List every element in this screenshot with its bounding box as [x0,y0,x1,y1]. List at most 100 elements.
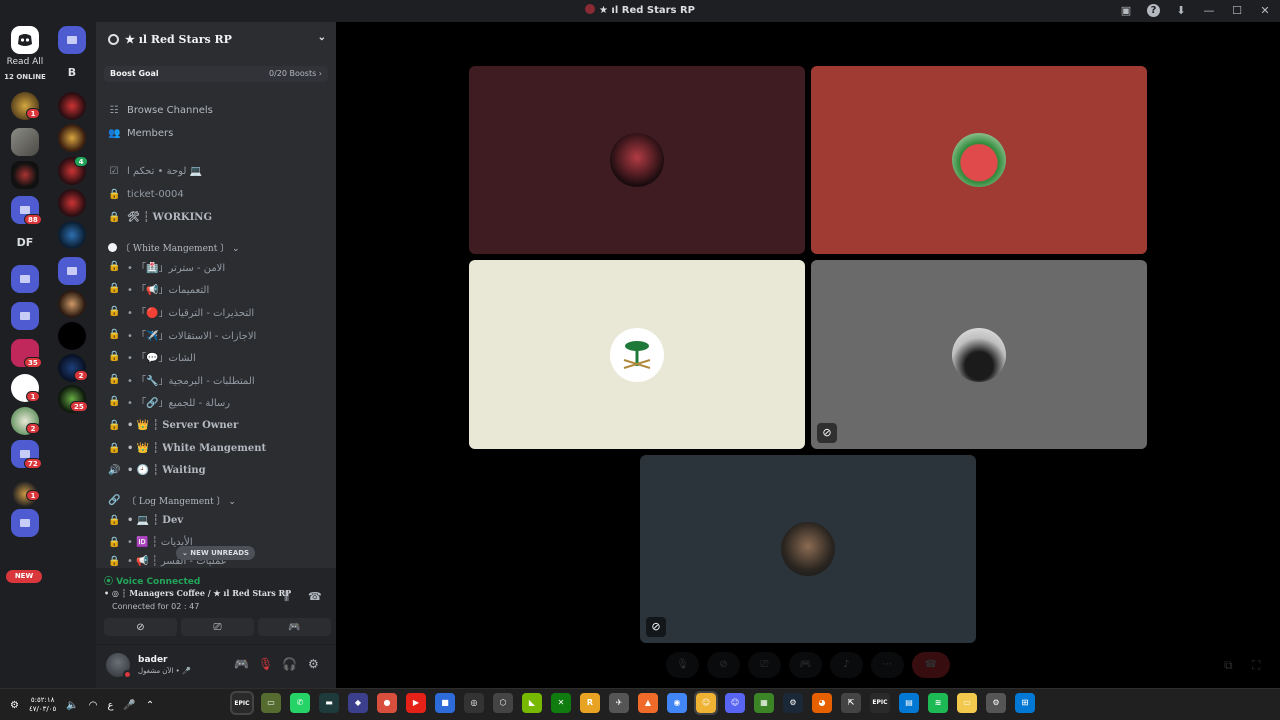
server-b[interactable]: B [58,66,86,79]
youtube-icon[interactable]: ▶ [406,693,426,713]
channel-item[interactable]: 🔒 • 💻 ┆ Dev [108,511,183,529]
voice-channel-name[interactable]: • ◎ ┆ Managers Coffee / ★ ıl Red Stars R… [104,588,291,598]
xbox-icon[interactable]: ✕ [551,693,571,713]
tile-watermelon[interactable] [811,66,1147,254]
headphones-muted-icon[interactable]: 🎧 [282,657,297,671]
chevron-up-icon[interactable]: ⌃ [146,700,154,711]
popout-icon[interactable]: ⧉ [1224,658,1233,673]
plane-icon[interactable]: ✈ [609,693,629,713]
server-icon-boss[interactable] [58,290,86,318]
server-header[interactable]: ★ ıl Red Stars RP ⌄ [96,22,336,56]
read-all-button[interactable]: Read All [2,57,48,67]
tile-viking[interactable]: ⊘ [640,455,976,643]
discord-icon[interactable]: ☺ [725,693,745,713]
tile-saudi-emblem[interactable] [469,260,805,449]
new-unreads-button[interactable]: ⌄ NEW UNREADS [176,546,256,560]
nvidia-icon[interactable]: ◣ [522,693,542,713]
voice-channel-item[interactable]: 🔒 • 👑 ┆ Server Owner [108,416,238,434]
channel-item[interactable]: 🔒 • 「💬」الشات [108,347,196,365]
category-header[interactable]: 〔 White Mangement 〕 ⌄ [108,238,240,256]
channel-item[interactable]: 🔒 • 「🔧」المتطلبات - البرمجية [108,370,255,388]
activities-button[interactable]: 🎮 [788,652,822,678]
mic-muted-icon[interactable]: 🎙 [258,657,273,671]
server-icon-redstars-3[interactable] [58,189,86,217]
minimize-icon[interactable]: — [1202,3,1216,17]
cube-icon[interactable]: ⬡ [493,693,513,713]
browse-channels[interactable]: ☷ Browse Channels [108,101,213,119]
category-header[interactable]: 🔗 〔 Log Mangement 〕 ⌄ [108,491,236,509]
maximize-icon[interactable]: ☐ [1230,3,1244,17]
server-folder-5[interactable] [11,509,39,537]
controller-icon[interactable]: 🎮 [234,657,249,671]
obs-icon[interactable]: ◎ [464,693,484,713]
server-folder-2[interactable] [11,265,39,293]
username[interactable]: bader [138,655,168,665]
app-blue-icon[interactable]: ◆ [348,693,368,713]
screen-share-button[interactable]: ⎚ [747,652,781,678]
voice-status[interactable]: ⦿ Voice Connected [104,574,200,587]
update-icon[interactable]: ⬇ [1174,3,1188,17]
camera-off-button[interactable]: ⊘ [104,618,177,636]
new-unreads-pill[interactable]: NEW [6,570,42,583]
brave-icon[interactable]: ▲ [638,693,658,713]
channel-item[interactable]: 🔒 ticket-0004 [108,185,184,203]
windows-start-icon[interactable]: ⊞ [1015,693,1035,713]
activities-button[interactable]: 🎮 [258,618,331,636]
server-folder-7[interactable] [58,257,86,285]
server-icon-black[interactable] [58,322,86,350]
channel-item[interactable]: 🔒 • 「🏥」الامن - سترتر [108,257,225,275]
firefox-icon[interactable]: ◕ [812,693,832,713]
store-icon[interactable]: ▤ [899,693,919,713]
server-icon-blue[interactable] [58,221,86,249]
voice-channel-item[interactable]: 🔒 • 👑 ┆ White Mangement [108,439,266,457]
camera-button[interactable]: ⊘ [706,652,740,678]
wifi-icon[interactable]: ◠ [89,700,98,711]
gear-icon[interactable]: ⚙ [10,700,19,711]
more-button[interactable]: ⋯ [870,652,904,678]
clock[interactable]: ٥:٥٢:١٨ ٤٧/٠٣/٠٥ [29,696,56,714]
color-app-icon[interactable]: ● [377,693,397,713]
volume-icon[interactable]: 🔈 [66,700,78,711]
soundboard-button[interactable]: ♪ [829,652,863,678]
channel-item[interactable]: 🔒 🛠 ┆ WORKING [108,208,212,226]
server-df[interactable]: DF [11,236,39,249]
server-icon-photo[interactable] [11,128,39,156]
microphone-icon[interactable]: 🎤 [123,700,135,711]
members-link[interactable]: 👥 Members [108,124,173,142]
close-icon[interactable]: ✕ [1258,3,1272,17]
settings-gear-icon[interactable]: ⚙ [308,657,319,671]
server-icon-redstars-1[interactable] [58,92,86,120]
server-icon-gold[interactable] [58,124,86,152]
server-folder-3[interactable] [11,302,39,330]
channel-item[interactable]: 🔒 • 「🔴」التحذيرات - الترقيات [108,302,254,320]
whatsapp-icon[interactable]: ✆ [290,693,310,713]
inbox-icon[interactable]: ▣ [1119,3,1133,17]
tile-grey-user[interactable]: ⊘ [811,260,1147,449]
discord-home-button[interactable] [11,26,39,54]
file-explorer-icon[interactable]: ▭ [957,693,977,713]
screen-share-button[interactable]: ⎚ [181,618,254,636]
noise-suppression-icon[interactable]: ⫼ [284,590,289,604]
app-square-icon[interactable]: ■ [435,693,455,713]
server-folder-6[interactable] [58,26,86,54]
launcher-icon[interactable]: ⇱ [841,693,861,713]
chrome-icon[interactable]: ◉ [667,693,687,713]
boost-goal-bar[interactable]: Boost Goal 0/20 Boosts › [104,66,328,82]
channel-item[interactable]: 🔒 • 「📢」التعميمات [108,279,209,297]
gpu-icon[interactable]: ▭ [261,693,281,713]
language-indicator[interactable]: ع [107,700,113,711]
fullscreen-icon[interactable]: ⛶ [1252,658,1260,673]
minecraft-icon[interactable]: ▦ [754,693,774,713]
terminal-icon[interactable]: ▬ [319,693,339,713]
server-icon-dark[interactable] [11,161,39,189]
voice-channel-item[interactable]: 🔊 • 🕘 ┆ Waiting [108,461,206,479]
epic-games-icon[interactable]: EPIC [230,691,254,715]
help-icon[interactable]: ? [1147,3,1160,17]
disconnect-button[interactable]: ☎ [911,652,951,678]
discord-ptb-icon[interactable]: ☺ [694,691,718,715]
steam-icon[interactable]: ⚙ [783,693,803,713]
settings-icon[interactable]: ⚙ [986,693,1006,713]
channel-item[interactable]: 🔒 • 「✈️」الاجازات - الاستقالات [108,325,256,343]
tile-red-stars[interactable] [469,66,805,254]
mic-button[interactable]: 🎙 [666,652,699,678]
